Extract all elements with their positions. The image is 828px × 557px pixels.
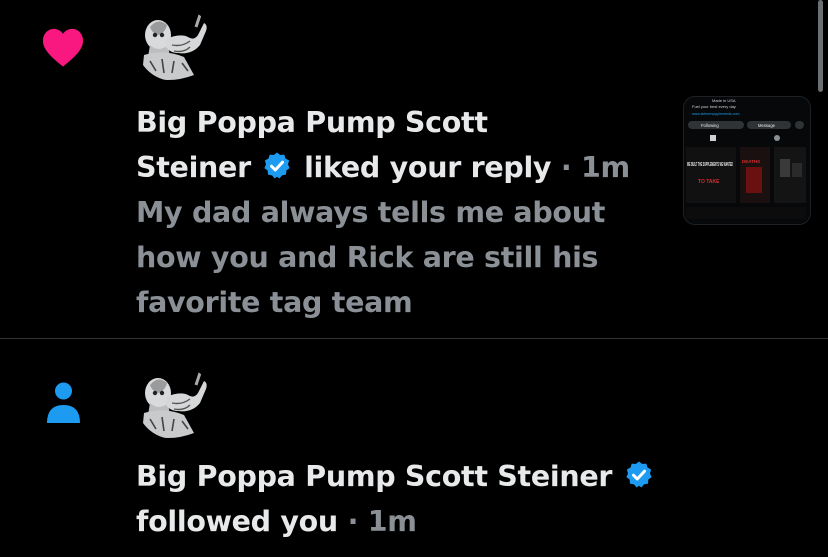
timestamp: 1m xyxy=(581,151,630,184)
heart-icon xyxy=(42,28,84,67)
timestamp: 1m xyxy=(367,505,417,538)
avatar-image xyxy=(136,5,212,81)
notification-like[interactable]: Big Poppa Pump Scott Steiner liked your … xyxy=(0,0,828,339)
avatar-image xyxy=(136,363,212,439)
verified-badge-icon xyxy=(264,152,291,179)
thumbnail-image: Made in USA Fuel your best every day www… xyxy=(684,97,810,224)
thumb-message: Message xyxy=(758,123,776,128)
action-text: liked your reply xyxy=(304,151,552,184)
thumb-text: Fuel your best every day xyxy=(692,104,736,109)
user-name-continued[interactable]: Steiner xyxy=(136,151,251,184)
divider xyxy=(0,338,828,339)
notification-text: Big Poppa Pump Scott Steiner followed yo… xyxy=(136,454,796,544)
reply-text-line: favorite tag team xyxy=(136,286,413,319)
notification-text: Big Poppa Pump Scott Steiner liked your … xyxy=(136,100,656,325)
reply-text-line: My dad always tells me about xyxy=(136,196,606,229)
avatar[interactable] xyxy=(136,363,212,439)
user-name[interactable]: Big Poppa Pump Scott xyxy=(136,106,488,139)
scrollbar[interactable] xyxy=(818,0,823,92)
avatar[interactable] xyxy=(136,5,212,81)
reply-text-line: how you and Rick are still his xyxy=(136,241,599,274)
thumb-following: Following xyxy=(701,123,719,128)
notifications-screen: Big Poppa Pump Scott Steiner liked your … xyxy=(0,0,828,557)
action-text: followed you xyxy=(136,505,338,538)
thumb-side: DEATHS xyxy=(742,159,760,164)
media-thumbnail[interactable]: Made in USA Fuel your best every day www… xyxy=(683,96,811,225)
person-icon xyxy=(47,382,80,423)
separator-dot: · xyxy=(347,505,359,538)
thumb-promo: WE BUILT THE SUPPLEMENTS WE WANTED xyxy=(687,162,733,168)
user-name[interactable]: Big Poppa Pump Scott Steiner xyxy=(136,460,612,493)
separator-dot: · xyxy=(560,151,572,184)
thumb-link: www.steinersupplements.com xyxy=(692,112,740,116)
thumb-promo-sub: TO TAKE xyxy=(698,179,720,185)
verified-badge-icon xyxy=(626,461,652,488)
thumb-text: Made in USA xyxy=(712,98,736,103)
